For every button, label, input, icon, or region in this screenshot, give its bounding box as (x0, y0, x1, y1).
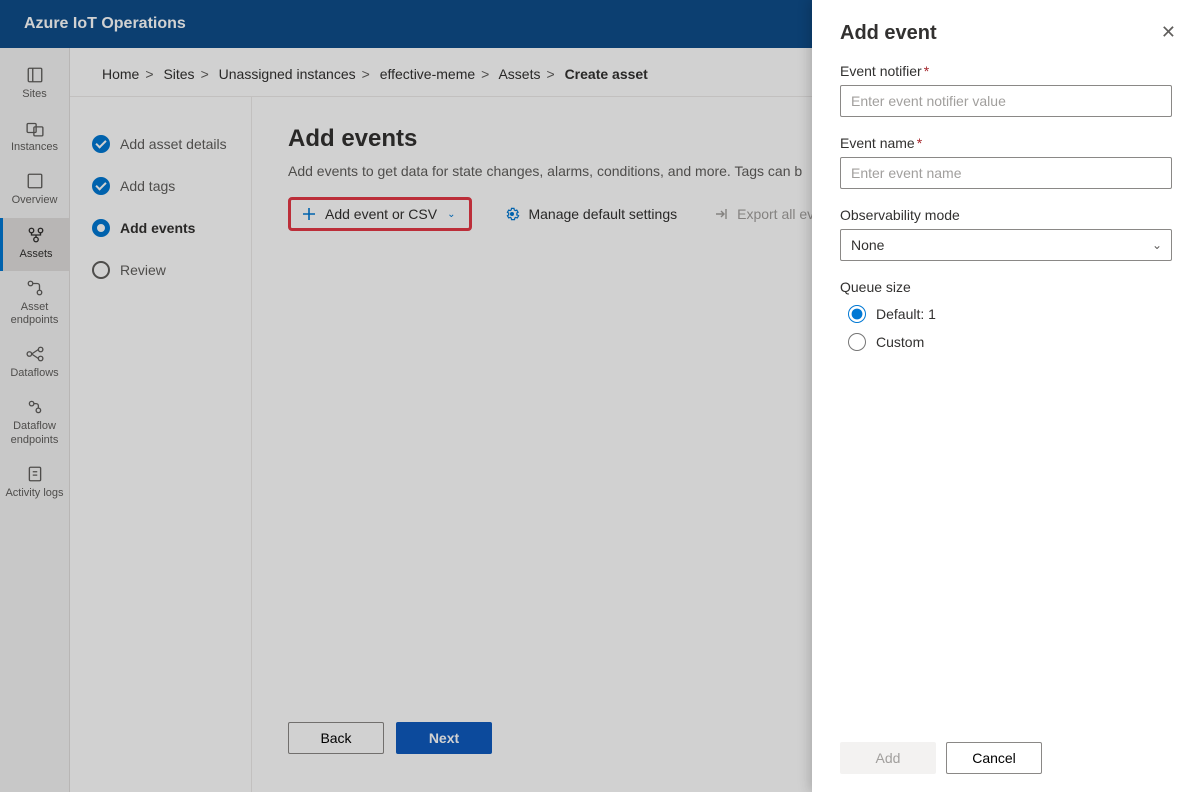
queue-default-radio[interactable] (848, 305, 866, 323)
queue-size-label: Queue size (840, 279, 1172, 295)
observability-mode-select[interactable] (840, 229, 1172, 261)
panel-footer: Add Cancel (840, 742, 1172, 774)
event-name-input[interactable] (840, 157, 1172, 189)
queue-custom-label: Custom (876, 334, 924, 350)
add-event-panel: ✕ Add event Event notifier* Event name* … (812, 0, 1200, 792)
event-name-label: Event name* (840, 135, 1172, 151)
observability-mode-field: Observability mode ⌄ (840, 207, 1172, 261)
add-button: Add (840, 742, 936, 774)
event-notifier-label: Event notifier* (840, 63, 1172, 79)
queue-default-label: Default: 1 (876, 306, 936, 322)
queue-custom-radio[interactable] (848, 333, 866, 351)
event-notifier-input[interactable] (840, 85, 1172, 117)
queue-size-field: Queue size Default: 1 Custom (840, 279, 1172, 351)
cancel-button[interactable]: Cancel (946, 742, 1042, 774)
close-button[interactable]: ✕ (1161, 22, 1176, 43)
event-name-field: Event name* (840, 135, 1172, 189)
close-icon: ✕ (1161, 22, 1176, 42)
observability-mode-label: Observability mode (840, 207, 1172, 223)
event-notifier-field: Event notifier* (840, 63, 1172, 117)
panel-title: Add event (840, 22, 1172, 45)
